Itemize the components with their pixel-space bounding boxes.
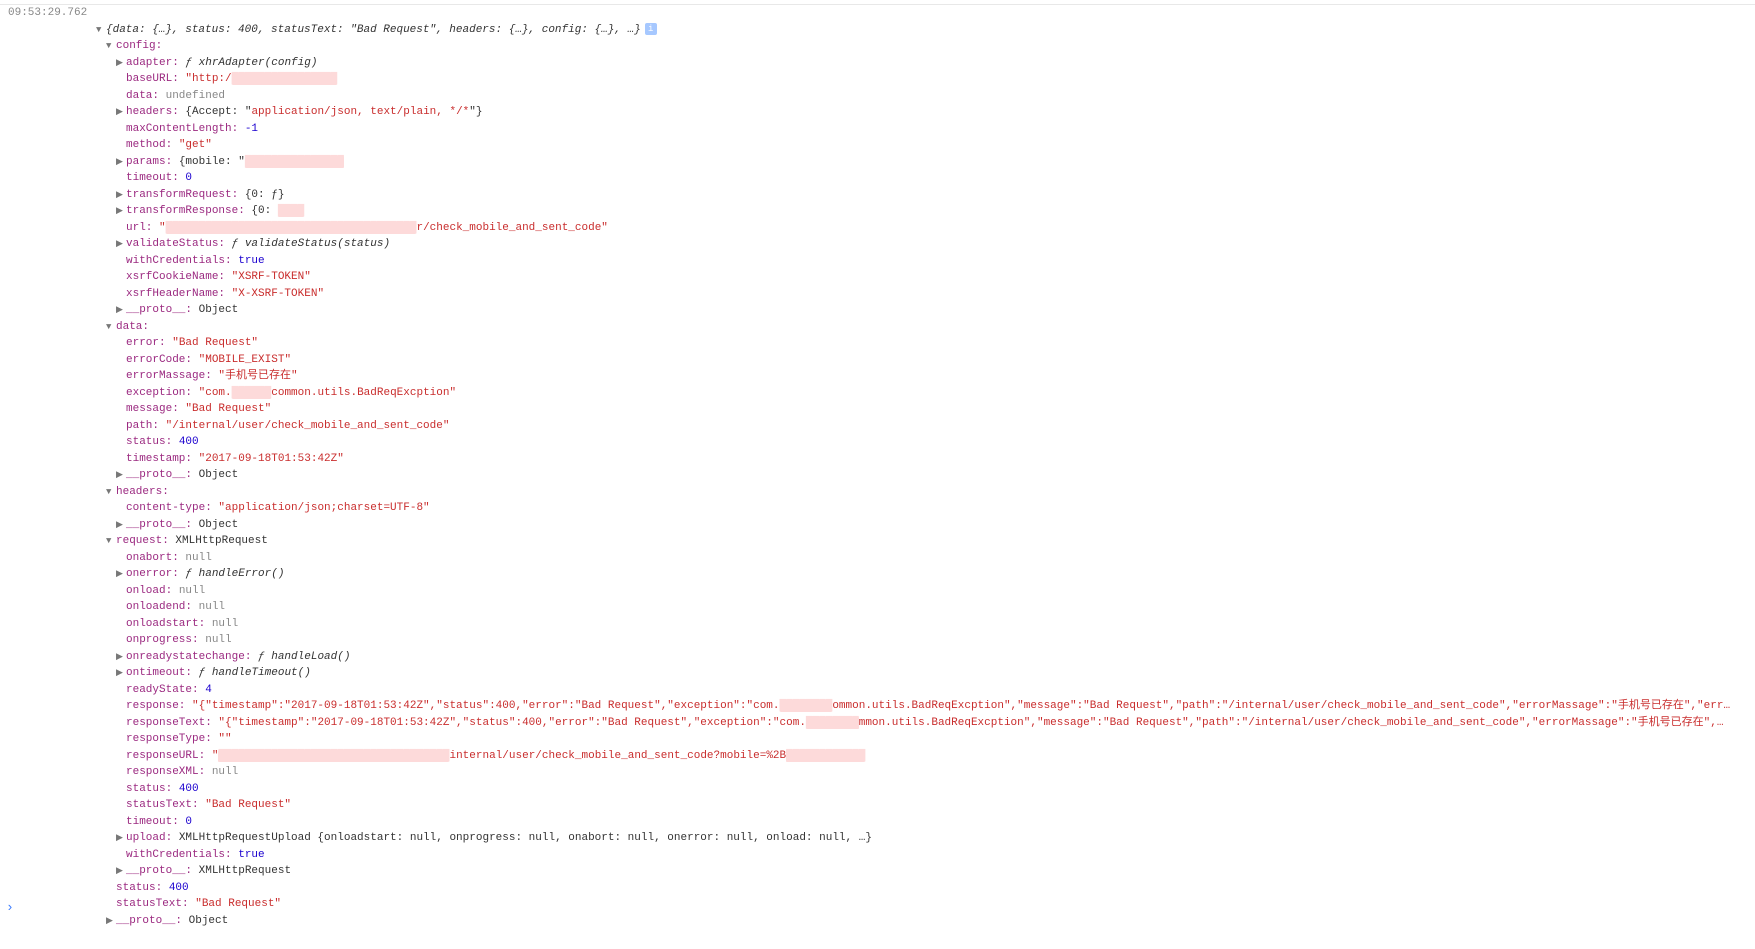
timeout-req-line: timeout: 0 [116,814,1755,831]
root-object-line[interactable]: {data: {…}, status: 400, statusText: "Ba… [96,22,1755,39]
url-line: url: "██████████████████████████████████… [116,220,1755,237]
transformrequest-line[interactable]: transformRequest: {0: ƒ} [116,187,1755,204]
adapter-line[interactable]: adapter: ƒ xhrAdapter(config) [116,55,1755,72]
root-mid2: ", headers: {…}, config: {…}, …} [430,24,641,36]
responsetype-line: responseType: "" [116,731,1755,748]
proto-req-line[interactable]: __proto__: XMLHttpRequest [116,863,1755,880]
statustext-top-line: statusText: "Bad Request" [106,896,1755,913]
withcredentials-cfg-line: withCredentials: true [116,253,1755,270]
baseurl-line: baseURL: "http:/████████████████ [116,71,1755,88]
onloadstart-line: onloadstart: null [116,616,1755,633]
error-line: error: "Bad Request" [116,335,1755,352]
request-toggle[interactable]: request: XMLHttpRequest [106,533,1755,550]
timeout-cfg-line: timeout: 0 [116,170,1755,187]
proto-data-line[interactable]: __proto__: Object [116,467,1755,484]
console-output: 09:53:29.762 {data: {…}, status: 400, st… [0,0,1755,949]
xsrfcookiename-line: xsrfCookieName: "XSRF-TOKEN" [116,269,1755,286]
data-line: data: undefined [116,88,1755,105]
onerror-line[interactable]: onerror: ƒ handleError() [116,566,1755,583]
errormassage-line: errorMassage: "手机号已存在" [116,368,1755,385]
root-status: 400 [238,24,258,36]
transformresponse-line[interactable]: transformResponse: {0: ████ [116,203,1755,220]
timestamp-data-line: timestamp: "2017-09-18T01:53:42Z" [116,451,1755,468]
config-key: config: [116,40,162,52]
path-line: path: "/internal/user/check_mobile_and_s… [116,418,1755,435]
contenttype-line: content-type: "application/json;charset=… [116,500,1755,517]
responsetext-line: responseText: "{"timestamp":"2017-09-18T… [116,715,1755,732]
maxcontentlength-line: maxContentLength: -1 [116,121,1755,138]
proto-cfg-line[interactable]: __proto__: Object [116,302,1755,319]
onreadystatechange-line[interactable]: onreadystatechange: ƒ handleLoad() [116,649,1755,666]
errorcode-line: errorCode: "MOBILE_EXIST" [116,352,1755,369]
proto-top-line[interactable]: __proto__: Object [106,913,1755,930]
response-line: response: "{"timestamp":"2017-09-18T01:5… [116,698,1755,715]
status-req-line: status: 400 [116,781,1755,798]
config-toggle[interactable]: config: [106,38,1755,55]
exception-line: exception: "com.██████common.utils.BadRe… [116,385,1755,402]
cfg-headers-line[interactable]: headers: {Accept: "application/json, tex… [116,104,1755,121]
statustext-req-line: statusText: "Bad Request" [116,797,1755,814]
message-line: message: "Bad Request" [116,401,1755,418]
root-mid1: , statusText: " [258,24,357,36]
data-toggle[interactable]: data: [106,319,1755,336]
onloadend-line: onloadend: null [116,599,1755,616]
onabort-line: onabort: null [116,550,1755,567]
responsexml-line: responseXML: null [116,764,1755,781]
ontimeout-line[interactable]: ontimeout: ƒ handleTimeout() [116,665,1755,682]
readystate-line: readyState: 4 [116,682,1755,699]
validatestatus-line[interactable]: validateStatus: ƒ validateStatus(status) [116,236,1755,253]
root-summary-prefix: {data: {…}, status: [106,24,238,36]
withcredentials-req-line: withCredentials: true [116,847,1755,864]
log-timestamp: 09:53:29.762 [0,4,1755,22]
status-data-line: status: 400 [116,434,1755,451]
root-status-text: Bad Request [357,24,430,36]
xsrfheadername-line: xsrfHeaderName: "X-XSRF-TOKEN" [116,286,1755,303]
headers-toggle[interactable]: headers: [106,484,1755,501]
responseurl-line: responseURL: "██████████████████████████… [116,748,1755,765]
onprogress-line: onprogress: null [116,632,1755,649]
console-prompt[interactable]: › [6,898,14,918]
onload-line: onload: null [116,583,1755,600]
proto-headers-line[interactable]: __proto__: Object [116,517,1755,534]
params-line[interactable]: params: {mobile: "███████████████ [116,154,1755,171]
info-icon[interactable]: i [645,23,657,35]
status-top-line: status: 400 [106,880,1755,897]
method-line: method: "get" [116,137,1755,154]
upload-line[interactable]: upload: XMLHttpRequestUpload {onloadstar… [116,830,1755,847]
